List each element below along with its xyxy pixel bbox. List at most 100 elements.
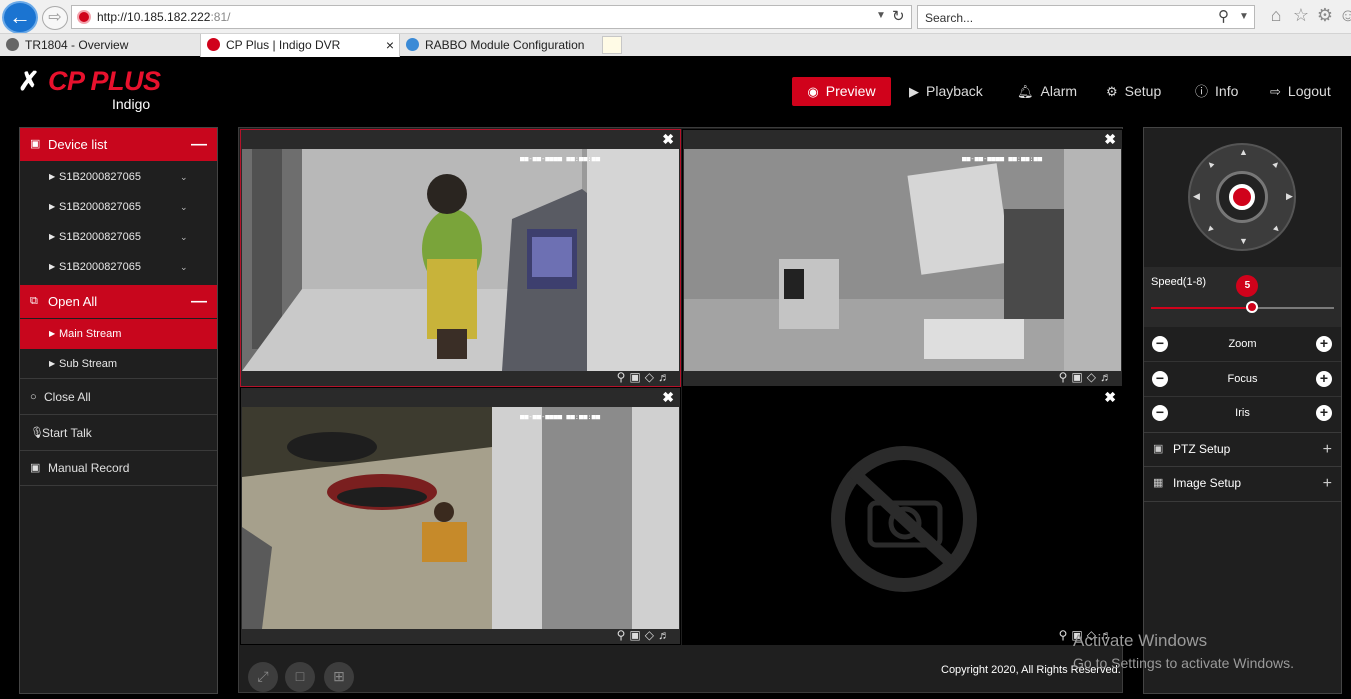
plus-icon[interactable]: + bbox=[1323, 467, 1332, 500]
close-tab-icon[interactable]: × bbox=[386, 34, 394, 56]
chevron-down-icon[interactable]: ▼ bbox=[1239, 11, 1249, 22]
chevron-down-icon[interactable]: ⌄ bbox=[180, 162, 188, 192]
device-item[interactable]: ▶ S1B2000827065 ⌄ bbox=[20, 222, 217, 252]
open-all-header[interactable]: ⧉ Open All — bbox=[20, 285, 217, 318]
arrow-down-icon[interactable]: ▼ bbox=[1239, 236, 1248, 246]
volume-icon[interactable]: ♬ bbox=[1100, 370, 1116, 384]
image-setup-item[interactable]: ▦ Image Setup + bbox=[1144, 467, 1341, 502]
close-icon[interactable]: ✖ bbox=[662, 131, 674, 148]
device-item[interactable]: ▶ S1B2000827065 ⌄ bbox=[20, 252, 217, 282]
speed-slider-handle[interactable] bbox=[1246, 301, 1259, 313]
collapse-icon[interactable]: — bbox=[191, 128, 207, 161]
nav-info[interactable]: ⓘ Info bbox=[1195, 77, 1238, 106]
osd-timestamp: ■■-■■-■■■■ ■■:■■:■■ bbox=[962, 155, 1043, 163]
empty-feed bbox=[684, 407, 1121, 629]
close-all-item[interactable]: ○ Close All bbox=[20, 380, 217, 415]
camera-snapshot-icon[interactable]: ◇ bbox=[645, 370, 658, 384]
refresh-icon[interactable]: ↻ bbox=[892, 7, 905, 25]
zoom-in-icon[interactable]: ⚲ bbox=[1059, 370, 1072, 384]
device-item[interactable]: ▶ S1B2000827065 ⌄ bbox=[20, 162, 217, 192]
search-box[interactable]: Search... ⚲ ▼ bbox=[917, 5, 1255, 29]
nav-preview[interactable]: ◉ Preview bbox=[792, 77, 891, 106]
close-icon[interactable]: ✖ bbox=[1104, 389, 1116, 406]
sub-stream-item[interactable]: ▶ Sub Stream bbox=[20, 349, 217, 379]
osd-timestamp: ■■-■■-■■■■ ■■:■■:■■ bbox=[520, 413, 601, 421]
main-stream-item[interactable]: ▶ Main Stream bbox=[20, 319, 217, 349]
nav-setup[interactable]: ⚙ Setup bbox=[1106, 77, 1161, 106]
video-window[interactable]: ✖ ■■-■■-■■■■ ■■:■■:■■ ⚲▣◇♬ bbox=[682, 129, 1123, 387]
eye-icon: ◉ bbox=[807, 84, 819, 99]
zoom-in-button[interactable]: + bbox=[1316, 336, 1332, 352]
device-list-header[interactable]: ▣ Device list — bbox=[20, 128, 217, 161]
camera-snapshot-icon[interactable]: ◇ bbox=[1087, 370, 1100, 384]
single-view-button[interactable]: □ bbox=[285, 662, 315, 692]
ptz-direction-pad[interactable]: ▲ ▼ ◀ ▶ ▲ ▲ ▼ ▼ bbox=[1188, 143, 1296, 251]
camera-feed: ■■-■■-■■■■ ■■:■■:■■ bbox=[684, 149, 1121, 371]
chevron-down-icon[interactable]: ⌄ bbox=[180, 192, 188, 222]
zoom-in-icon[interactable]: ⚲ bbox=[617, 370, 630, 384]
camera-feed: ■■-■■-■■■■ ■■:■■:■■ bbox=[242, 149, 679, 371]
favorites-star-icon[interactable]: ☆ bbox=[1290, 5, 1312, 26]
volume-icon[interactable]: ♬ bbox=[658, 370, 674, 384]
brand-name: CP PLUS bbox=[48, 66, 161, 96]
forward-button[interactable]: ⇨ bbox=[42, 6, 68, 30]
tab-cpplus[interactable]: CP Plus | Indigo DVR × bbox=[200, 34, 400, 57]
ptz-setup-item[interactable]: ▣ PTZ Setup + bbox=[1144, 432, 1341, 467]
search-icon[interactable]: ⚲ bbox=[1218, 7, 1229, 25]
start-talk-item[interactable]: 🎙︎ Start Talk bbox=[20, 416, 217, 451]
zoom-in-icon[interactable]: ⚲ bbox=[1059, 628, 1072, 642]
nav-playback[interactable]: ▶ Playback bbox=[909, 77, 983, 106]
collapse-icon[interactable]: — bbox=[191, 285, 207, 318]
close-icon[interactable]: ✖ bbox=[662, 389, 674, 406]
back-button[interactable]: ← bbox=[2, 1, 38, 34]
gear-icon[interactable]: ⚙ bbox=[1314, 5, 1336, 26]
smiley-icon[interactable]: ☺ bbox=[1337, 5, 1351, 26]
nav-alarm[interactable]: 🔔︎ Alarm bbox=[1017, 77, 1077, 106]
windows-activation-subtitle: Go to Settings to activate Windows. bbox=[1073, 655, 1294, 671]
zoom-in-icon[interactable]: ⚲ bbox=[617, 628, 630, 642]
record-icon[interactable]: ▣ bbox=[629, 628, 644, 642]
arrow-down-left-icon[interactable]: ▼ bbox=[1204, 222, 1217, 235]
tab-strip: TR1804 - Overview CP Plus | Indigo DVR × … bbox=[0, 33, 1351, 57]
arrow-down-right-icon[interactable]: ▼ bbox=[1270, 222, 1283, 235]
arrow-right-icon[interactable]: ▶ bbox=[1286, 191, 1293, 202]
plus-icon[interactable]: + bbox=[1323, 433, 1332, 466]
arrow-up-left-icon[interactable]: ▲ bbox=[1204, 157, 1217, 170]
volume-icon[interactable]: ♬ bbox=[658, 628, 674, 642]
manual-record-item[interactable]: ▣ Manual Record bbox=[20, 451, 217, 486]
record-icon[interactable]: ▣ bbox=[629, 370, 644, 384]
ptz-center[interactable] bbox=[1216, 171, 1268, 223]
record-icon[interactable]: ▣ bbox=[1071, 370, 1086, 384]
iris-plus-button[interactable]: + bbox=[1316, 405, 1332, 421]
logout-icon: ⇨ bbox=[1270, 84, 1281, 99]
quad-view-button[interactable]: ⊞ bbox=[324, 662, 354, 692]
video-window[interactable]: ✖ ■■-■■-■■■■ ■■:■■:■■ ⚲▣◇♬ bbox=[240, 129, 681, 387]
fullscreen-button[interactable]: ⤢ bbox=[248, 662, 278, 692]
video-window[interactable]: ✖ ⚲▣◇♬ bbox=[682, 387, 1123, 645]
camera-snapshot-icon[interactable]: ◇ bbox=[645, 628, 658, 642]
info-icon: ⓘ bbox=[1195, 84, 1209, 99]
arrow-left-icon[interactable]: ◀ bbox=[1193, 191, 1200, 202]
arrow-up-icon[interactable]: ▲ bbox=[1239, 147, 1248, 157]
video-window[interactable]: ✖ ■■-■■-■■■■ ■■:■■:■■ ⚲▣◇♬ bbox=[240, 387, 681, 645]
tab-rabbo[interactable]: RABBO Module Configuration bbox=[406, 34, 602, 57]
chevron-down-icon[interactable]: ⌄ bbox=[180, 252, 188, 282]
search-input[interactable]: Search... bbox=[925, 11, 973, 25]
address-bar[interactable]: http://10.185.182.222:81/ ▼ ↻ bbox=[71, 5, 912, 29]
focus-plus-button[interactable]: + bbox=[1316, 371, 1332, 387]
osd-timestamp: ■■-■■-■■■■ ■■:■■:■■ bbox=[520, 155, 601, 163]
chevron-down-icon[interactable]: ⌄ bbox=[180, 222, 188, 252]
nav-logout[interactable]: ⇨ Logout bbox=[1270, 77, 1331, 106]
home-icon[interactable]: ⌂ bbox=[1265, 5, 1287, 26]
new-tab-button[interactable] bbox=[602, 36, 622, 54]
ie-page-icon bbox=[406, 38, 419, 51]
browser-toolbar: ← ⇨ http://10.185.182.222:81/ ▼ ↻ Search… bbox=[0, 0, 1351, 57]
device-item[interactable]: ▶ S1B2000827065 ⌄ bbox=[20, 192, 217, 222]
tab-tr1804[interactable]: TR1804 - Overview bbox=[6, 34, 200, 57]
speed-slider-track[interactable] bbox=[1151, 307, 1334, 309]
close-icon[interactable]: ✖ bbox=[1104, 131, 1116, 148]
speed-label: Speed(1-8) bbox=[1151, 276, 1207, 288]
arrow-up-right-icon[interactable]: ▲ bbox=[1270, 157, 1283, 170]
chevron-down-icon[interactable]: ▼ bbox=[876, 10, 886, 21]
logo-icon: ✗ bbox=[18, 66, 40, 96]
